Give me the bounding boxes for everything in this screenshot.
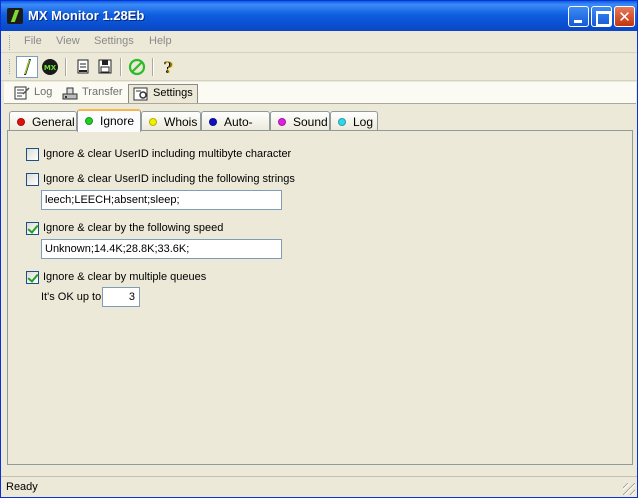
title-bar[interactable]: MX Monitor 1.28Eb ✕ <box>1 1 637 31</box>
help-button[interactable]: ? ? <box>157 56 179 78</box>
page-icon <box>77 59 89 74</box>
tab-sound[interactable]: Sound <box>270 111 330 131</box>
stop-icon <box>128 58 146 76</box>
strings-checkbox[interactable] <box>26 173 39 186</box>
multibyte-label: Ignore & clear UserID including multibyt… <box>43 148 292 160</box>
app-window: MX Monitor 1.28Eb ✕ File View Settings H… <box>0 0 638 498</box>
speed-input[interactable]: Unknown;14.4K;28.8K;33.6K; <box>41 239 282 259</box>
settings-icon <box>133 87 148 101</box>
tab-label: Log <box>353 115 374 129</box>
status-dot-icon <box>278 118 286 126</box>
tab-ignore[interactable]: Ignore <box>77 109 141 132</box>
minimize-button[interactable] <box>568 6 589 27</box>
queues-label: Ignore & clear by multiple queues <box>43 271 207 283</box>
svg-text:MX: MX <box>44 64 57 72</box>
status-dot-icon <box>338 118 346 126</box>
toolbar-separator <box>152 58 154 76</box>
status-dot-icon <box>149 118 157 126</box>
settings-tabs: General Ignore Whois Auto-UL Sound Log <box>7 109 633 143</box>
tab-auto-ul[interactable]: Auto-UL <box>201 111 270 143</box>
close-icon: ✕ <box>618 8 631 26</box>
svg-text:?: ? <box>164 58 173 77</box>
app-icon <box>7 8 23 24</box>
view-tab-transfer[interactable]: Transfer <box>58 84 127 103</box>
tab-label: General <box>32 115 75 129</box>
strings-label: Ignore & clear UserID including the foll… <box>43 173 295 185</box>
stop-button[interactable] <box>126 56 148 78</box>
view-tab-settings[interactable]: Settings <box>128 84 198 103</box>
window-title: MX Monitor 1.28Eb <box>28 8 145 23</box>
queues-checkbox[interactable] <box>26 271 39 284</box>
view-tab-label: Transfer <box>82 86 123 98</box>
page-button[interactable] <box>72 56 94 78</box>
view-tab-log[interactable]: Log <box>10 84 56 103</box>
queues-ok-label: It's OK up to <box>41 291 102 303</box>
view-tab-label: Log <box>34 86 53 98</box>
strings-input[interactable]: leech;LEECH;absent;sleep; <box>41 190 282 210</box>
mx-button[interactable]: MX <box>39 56 61 78</box>
start-icon <box>19 59 35 75</box>
mx-icon: MX <box>42 59 58 75</box>
menu-view[interactable]: View <box>56 35 80 47</box>
menu-bar: File View Settings Help <box>1 31 637 53</box>
tab-general[interactable]: General <box>9 111 77 131</box>
save-button[interactable] <box>94 56 116 78</box>
tab-label: Sound <box>293 115 328 129</box>
status-dot-icon <box>209 118 217 126</box>
status-bar: Ready <box>1 476 637 497</box>
help-icon: ? ? <box>163 58 173 77</box>
toolbar-separator <box>120 58 122 76</box>
close-button[interactable]: ✕ <box>614 6 635 27</box>
toolbar: MX ? ? <box>1 54 637 81</box>
menu-file[interactable]: File <box>24 35 42 47</box>
speed-label: Ignore & clear by the following speed <box>43 222 224 234</box>
transfer-icon <box>62 87 78 100</box>
menu-settings[interactable]: Settings <box>94 35 134 47</box>
tab-label: Whois <box>164 115 198 129</box>
maximize-button[interactable] <box>591 6 612 27</box>
save-icon <box>98 59 112 74</box>
tab-whois[interactable]: Whois <box>141 111 201 131</box>
speed-checkbox[interactable] <box>26 222 39 235</box>
status-dot-icon <box>85 117 93 125</box>
toolbar-separator <box>65 58 67 76</box>
toolbar-grip <box>9 59 12 74</box>
multibyte-checkbox[interactable] <box>26 148 39 161</box>
tab-label: Ignore <box>100 114 135 128</box>
queues-limit-input[interactable]: 3 <box>102 287 140 307</box>
start-button[interactable] <box>16 56 38 78</box>
view-bar: Log Transfer Settings <box>4 82 636 104</box>
resize-grip[interactable] <box>623 483 635 495</box>
log-icon <box>14 86 30 100</box>
tab-log[interactable]: Log <box>330 111 378 131</box>
status-text: Ready <box>6 481 38 493</box>
view-tab-label: Settings <box>153 87 193 99</box>
menu-help[interactable]: Help <box>149 35 172 47</box>
menubar-grip <box>9 35 12 50</box>
status-dot-icon <box>17 118 25 126</box>
ignore-panel: Ignore & clear UserID including multibyt… <box>7 130 633 465</box>
